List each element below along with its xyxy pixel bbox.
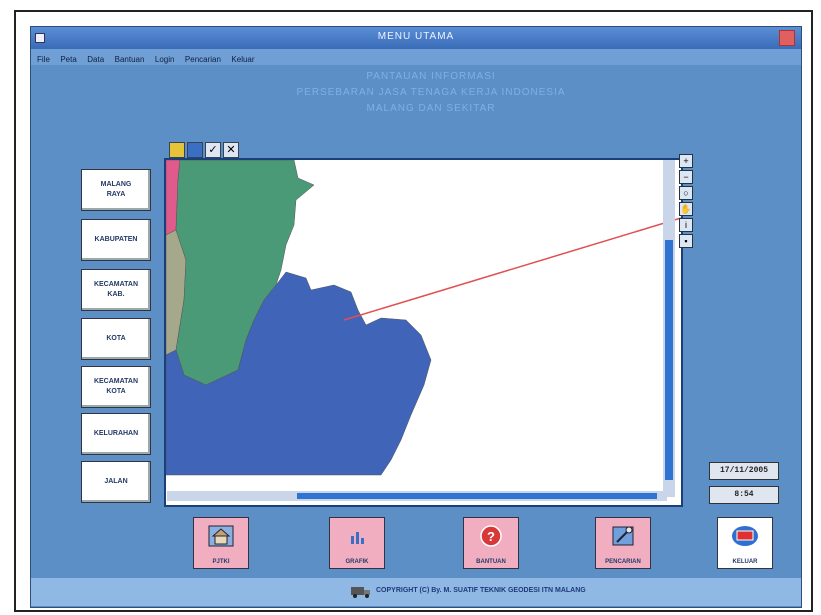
svg-text:?: ? [487, 529, 495, 544]
vertical-scroll-thumb[interactable] [665, 240, 673, 480]
horizontal-scrollbar[interactable] [167, 491, 667, 501]
nav-button-jalan[interactable]: JALAN [81, 461, 151, 503]
chart-icon [351, 532, 364, 544]
window-title: MENU UTAMA [377, 31, 455, 42]
pjtki-button[interactable]: PJTKI [193, 517, 249, 569]
nav-button-kota[interactable]: KOTA [81, 318, 151, 360]
pencarian-label: PENCARIAN [605, 559, 641, 565]
zoom-in-icon[interactable]: + [679, 154, 693, 168]
title-bar[interactable]: MENU UTAMA [31, 27, 801, 49]
nav-button-kecamatan-kab[interactable]: KECAMATAN KAB. [81, 269, 151, 311]
date-display: 17/11/2005 [709, 462, 779, 480]
keluar-label: KELUAR [732, 559, 758, 565]
bantuan-label: BANTUAN [476, 559, 506, 565]
menu-file[interactable]: File [37, 55, 50, 64]
menu-peta[interactable]: Peta [60, 55, 76, 64]
exit-icon [732, 526, 758, 546]
truck-icon [351, 587, 370, 598]
main-window: MENU UTAMA File Peta Data Bantuan Login … [30, 26, 802, 608]
grafik-label: GRAFIK [345, 559, 369, 565]
pan-hand-icon[interactable]: ✋ [679, 202, 693, 216]
search-icon [612, 526, 634, 546]
heading-line-3: MALANG DAN SEKITAR [366, 103, 496, 114]
zoom-out-icon[interactable]: − [679, 170, 693, 184]
info-icon[interactable]: i [679, 218, 693, 232]
cancel-icon[interactable]: ✕ [223, 142, 239, 158]
horizontal-scroll-thumb[interactable] [297, 493, 657, 499]
menu-bar: File Peta Data Bantuan Login Pencarian K… [31, 49, 801, 65]
vertical-scrollbar[interactable] [663, 160, 675, 497]
map-canvas [165, 159, 682, 476]
menu-login[interactable]: Login [155, 55, 175, 64]
select-icon[interactable]: ▪ [679, 234, 693, 248]
map-tool-palette: + − ○ ✋ i ▪ [679, 154, 693, 250]
check-icon[interactable]: ✓ [205, 142, 221, 158]
question-icon: ? [480, 525, 502, 547]
footer-bar: COPYRIGHT (C) By. M. SUATIF TEKNIK GEODE… [31, 578, 801, 606]
open-icon[interactable] [169, 142, 185, 158]
heading-line-2: PERSEBARAN JASA TENAGA KERJA INDONESIA [296, 87, 566, 98]
zoom-extent-icon[interactable]: ○ [679, 186, 693, 200]
nav-button-kabupaten[interactable]: KABUPATEN [81, 219, 151, 261]
grafik-button[interactable]: GRAFIK [329, 517, 385, 569]
time-display: 8:54 [709, 486, 779, 504]
nav-button-malang-raya[interactable]: MALANG RAYA [81, 169, 151, 211]
bantuan-button[interactable]: ? BANTUAN [463, 517, 519, 569]
close-button[interactable] [779, 30, 795, 46]
copyright-text: COPYRIGHT (C) By. M. SUATIF TEKNIK GEODE… [376, 587, 586, 594]
keluar-button[interactable]: KELUAR [717, 517, 773, 569]
house-icon [208, 525, 234, 547]
layer-icon[interactable] [187, 142, 203, 158]
pencarian-button[interactable]: PENCARIAN [595, 517, 651, 569]
map-toolbar: ✓ ✕ [169, 142, 239, 158]
pjtki-label: PJTKI [212, 559, 230, 565]
map-view[interactable] [164, 158, 683, 507]
heading-line-1: PANTAUAN INFORMASI [366, 71, 496, 82]
menu-data[interactable]: Data [87, 55, 104, 64]
menu-pencarian[interactable]: Pencarian [185, 55, 221, 64]
pointer-line [343, 217, 682, 321]
nav-button-kelurahan[interactable]: KELURAHAN [81, 413, 151, 455]
nav-button-kecamatan-kota[interactable]: KECAMATAN KOTA [81, 366, 151, 408]
menu-keluar[interactable]: Keluar [231, 55, 254, 64]
menu-bantuan[interactable]: Bantuan [115, 55, 145, 64]
